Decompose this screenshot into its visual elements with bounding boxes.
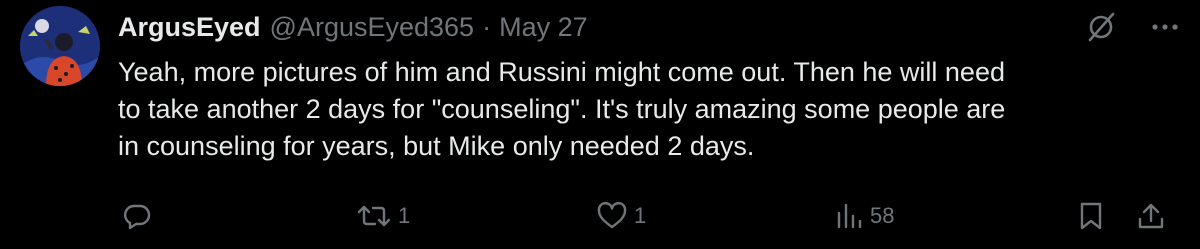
display-name[interactable]: ArgusEyed <box>118 12 261 43</box>
heart-icon <box>597 201 627 229</box>
reply-button[interactable] <box>122 196 158 236</box>
tweet-text-line: Yeah, more pictures of him and Russini m… <box>118 57 1005 87</box>
tweet-text-line: in counseling for years, but Mike only n… <box>118 131 755 161</box>
views-icon <box>837 203 862 229</box>
tweet-actions: 1 1 58 <box>0 196 1200 236</box>
like-count: 1 <box>634 203 647 228</box>
repost-button[interactable]: 1 <box>356 196 410 236</box>
repost-icon <box>357 205 391 227</box>
like-button[interactable]: 1 <box>596 196 646 236</box>
grok-icon[interactable] <box>1084 10 1118 44</box>
repost-count: 1 <box>398 203 411 228</box>
header-actions <box>1084 10 1182 44</box>
views-button[interactable]: 58 <box>834 196 894 236</box>
reply-icon <box>123 204 151 230</box>
share-icon <box>1138 203 1164 229</box>
views-count: 58 <box>870 203 895 228</box>
share-button[interactable] <box>1136 196 1166 236</box>
tweet-text: Yeah, more pictures of him and Russini m… <box>118 54 1168 165</box>
tweet-text-line: to take another 2 days for "counseling".… <box>118 94 1006 124</box>
tweet[interactable]: ArgusEyed @ArgusEyed365 · May 27 Yeah, m… <box>0 0 1200 249</box>
separator-dot: · <box>482 11 492 42</box>
tweet-header: ArgusEyed @ArgusEyed365 · May 27 <box>118 10 588 44</box>
user-handle[interactable]: @ArgusEyed365 <box>270 12 475 43</box>
more-icon[interactable] <box>1148 10 1182 44</box>
avatar[interactable] <box>20 6 100 86</box>
tweet-date[interactable]: May 27 <box>499 12 588 43</box>
bookmark-icon <box>1080 202 1102 230</box>
bookmark-button[interactable] <box>1078 196 1104 236</box>
avatar-image <box>20 6 100 86</box>
